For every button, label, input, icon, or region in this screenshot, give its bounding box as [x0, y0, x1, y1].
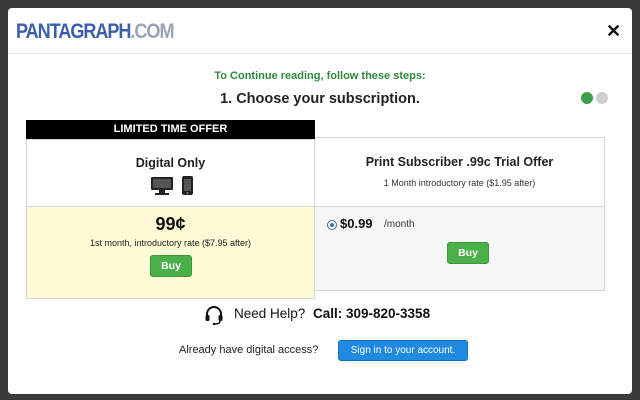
desktop-icon	[151, 177, 173, 195]
plan-digital-name: Digital Only	[135, 156, 206, 170]
limited-offer-banner: LIMITED TIME OFFER	[26, 120, 315, 139]
pantagraph-logo[interactable]: PANTAGRAPH.COM	[16, 20, 174, 44]
plan-print-subtitle: 1 Month introductory rate ($1.95 after)	[383, 178, 536, 188]
phone-icon	[182, 176, 193, 195]
plan-digital-pricing: 99¢ 1st month, introductory rate ($7.95 …	[27, 207, 314, 298]
logo-dot-com: .COM	[130, 20, 174, 43]
steps-intro: To Continue reading, follow these steps:	[214, 70, 426, 82]
step-dot-active	[581, 92, 593, 104]
signin-prompt: Already have digital access?	[179, 344, 319, 356]
digital-buy-button[interactable]: Buy	[150, 255, 192, 277]
print-price-radio[interactable]	[327, 220, 337, 230]
help-phone[interactable]: Call: 309-820-3358	[313, 306, 430, 321]
step-progress-dots	[581, 91, 611, 109]
step-title: 1. Choose your subscription.	[220, 91, 420, 107]
plan-print-subscriber[interactable]: Print Subscriber .99c Trial Offer 1 Mont…	[315, 137, 605, 291]
plan-digital-note: 1st month, introductory rate ($7.95 afte…	[89, 238, 252, 248]
logo-text: PANTAGRAPH	[16, 20, 131, 43]
print-price-per: /month	[384, 219, 415, 230]
print-buy-button[interactable]: Buy	[447, 242, 489, 264]
plan-print-header: Print Subscriber .99c Trial Offer 1 Mont…	[315, 138, 604, 207]
plan-digital-price: 99¢	[155, 214, 186, 234]
step-dot-inactive	[596, 92, 608, 104]
plan-print-name: Print Subscriber .99c Trial Offer	[365, 155, 554, 169]
help-label: Need Help?	[234, 306, 306, 321]
plan-digital-header: Digital Only	[27, 140, 314, 207]
signin-button[interactable]: Sign in to your account.	[338, 340, 468, 361]
plan-digital-only[interactable]: Digital Only 99¢ 1st month, introductory…	[26, 139, 315, 299]
close-icon[interactable]: ✕	[606, 22, 621, 40]
modal-header: PANTAGRAPH.COM ✕	[8, 8, 632, 54]
print-price: $0.99	[340, 216, 373, 231]
headset-icon	[205, 306, 223, 325]
device-icons	[151, 176, 193, 195]
subscription-modal: PANTAGRAPH.COM ✕ To Continue reading, fo…	[8, 8, 632, 394]
plan-print-pricing: $0.99 /month Buy	[315, 207, 604, 290]
